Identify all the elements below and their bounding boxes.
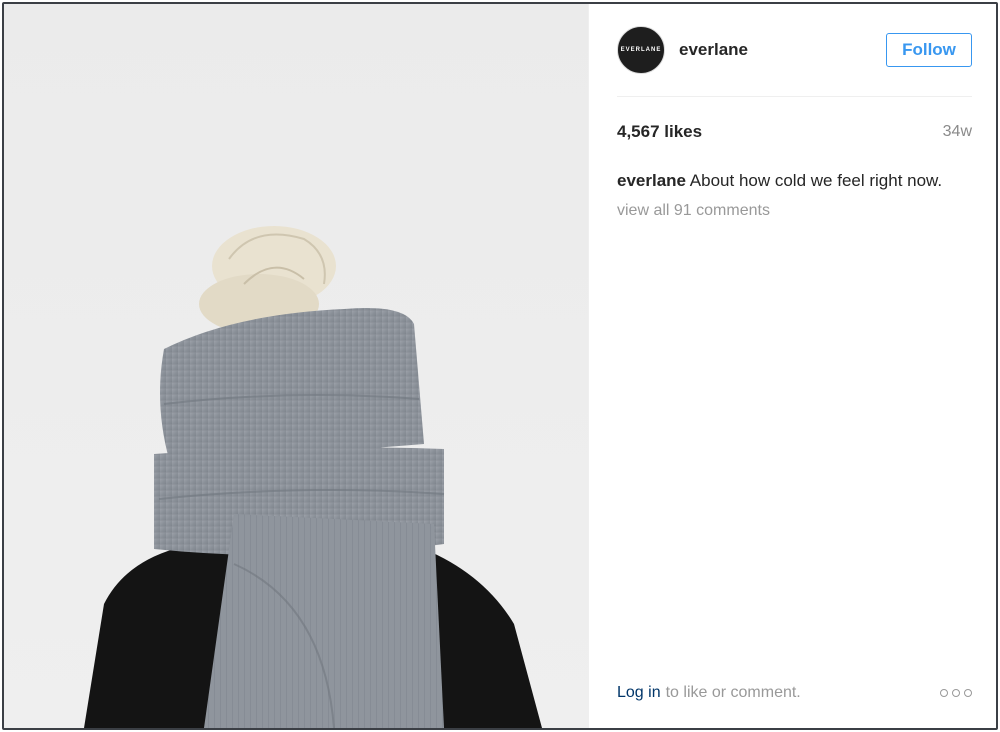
post-caption: everlane About how cold we feel right no… [617,170,976,192]
likes-count[interactable]: 4,567 likes [617,122,702,142]
caption-username[interactable]: everlane [617,171,686,190]
view-all-comments-link[interactable]: view all 91 comments [617,202,770,220]
post-footer: Log in to like or comment. [617,684,972,702]
post-header: EVERLANE everlane Follow [617,24,972,97]
caption-text: About how cold we feel right now. [689,171,943,190]
follow-button[interactable]: Follow [886,33,972,67]
avatar-logo-text: EVERLANE [620,47,662,53]
post-card: EVERLANE everlane Follow 4,567 likes 34w… [2,2,998,730]
login-link[interactable]: Log in [617,684,661,702]
login-prompt-text: to like or comment. [665,684,801,701]
more-options-icon[interactable] [940,689,972,697]
post-age[interactable]: 34w [943,123,972,141]
avatar[interactable]: EVERLANE [617,26,665,74]
scarf-photo-illustration [4,4,588,728]
post-photo[interactable] [4,4,589,728]
post-details-panel: EVERLANE everlane Follow 4,567 likes 34w… [589,4,996,728]
author-username[interactable]: everlane [679,40,748,60]
post-stats: 4,567 likes 34w [617,122,972,142]
